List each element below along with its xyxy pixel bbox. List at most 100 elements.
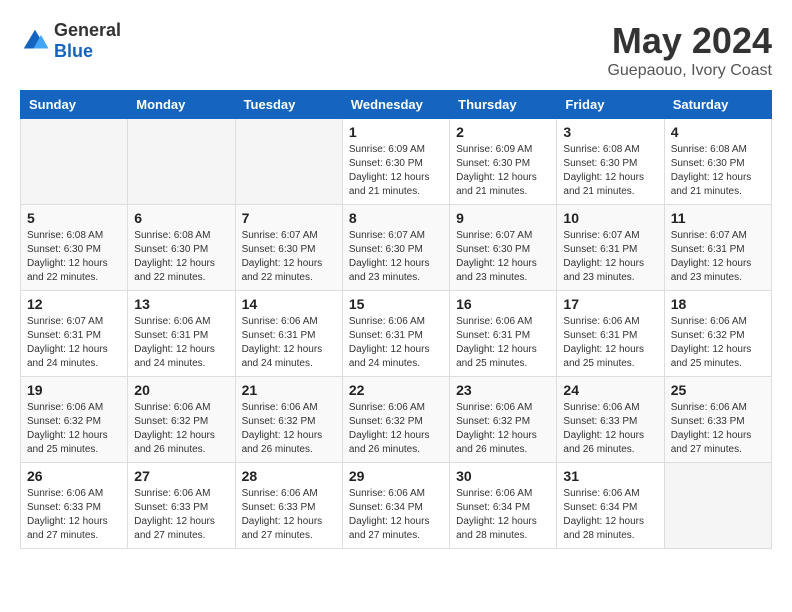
calendar-title: May 2024 (607, 20, 772, 62)
day-cell: 29Sunrise: 6:06 AM Sunset: 6:34 PM Dayli… (342, 463, 449, 549)
header-wednesday: Wednesday (342, 91, 449, 119)
day-cell (235, 119, 342, 205)
day-cell: 5 Sunrise: 6:08 AM Sunset: 6:30 PM Daylig… (21, 205, 128, 291)
day-info: Sunrise: 6:07 AM Sunset: 6:31 PM Dayligh… (563, 229, 657, 285)
day-cell: 3 Sunrise: 6:08 AM Sunset: 6:30 PM Daylig… (557, 119, 664, 205)
day-cell: 10Sunrise: 6:07 AM Sunset: 6:31 PM Dayli… (557, 205, 664, 291)
calendar-location: Guepaouo, Ivory Coast (607, 62, 772, 80)
day-cell: 9Sunrise: 6:07 AM Sunset: 6:30 PM Daylig… (450, 205, 557, 291)
week-row-5: 26Sunrise: 6:06 AM Sunset: 6:33 PM Dayli… (21, 463, 772, 549)
day-info: Sunrise: 6:07 AM Sunset: 6:31 PM Dayligh… (27, 315, 121, 371)
week-row-2: 5 Sunrise: 6:08 AM Sunset: 6:30 PM Daylig… (21, 205, 772, 291)
header-saturday: Saturday (664, 91, 771, 119)
day-number: 14 (242, 296, 336, 312)
calendar-table: Sunday Monday Tuesday Wednesday Thursday… (20, 90, 772, 549)
day-cell: 30 Sunrise: 6:06 AM Sunset: 6:34 PM Dayli… (450, 463, 557, 549)
day-cell: 27 Sunrise: 6:06 AM Sunset: 6:33 PM Dayli… (128, 463, 235, 549)
day-number: 27 (134, 468, 228, 484)
day-info: Sunrise: 6:06 AM Sunset: 6:32 PM Dayligh… (456, 401, 550, 457)
day-info: Sunrise: 6:07 AM Sunset: 6:30 PM Dayligh… (349, 229, 443, 285)
day-cell: 15 Sunrise: 6:06 AM Sunset: 6:31 PM Dayli… (342, 291, 449, 377)
day-info: Sunrise: 6:06 AM Sunset: 6:32 PM Dayligh… (671, 315, 765, 371)
day-number: 21 (242, 382, 336, 398)
day-info: Sunrise: 6:06 AM Sunset: 6:32 PM Dayligh… (242, 401, 336, 457)
day-number: 11 (671, 210, 765, 226)
day-cell: 4Sunrise: 6:08 AM Sunset: 6:30 PM Daylig… (664, 119, 771, 205)
day-cell: 11Sunrise: 6:07 AM Sunset: 6:31 PM Dayli… (664, 205, 771, 291)
day-cell: 16 Sunrise: 6:06 AM Sunset: 6:31 PM Dayli… (450, 291, 557, 377)
day-cell: 26Sunrise: 6:06 AM Sunset: 6:33 PM Dayli… (21, 463, 128, 549)
day-info: Sunrise: 6:06 AM Sunset: 6:31 PM Dayligh… (349, 315, 443, 371)
day-cell: 20Sunrise: 6:06 AM Sunset: 6:32 PM Dayli… (128, 377, 235, 463)
day-number: 5 (27, 210, 121, 226)
day-info: Sunrise: 6:06 AM Sunset: 6:33 PM Dayligh… (27, 487, 121, 543)
day-cell (21, 119, 128, 205)
day-info: Sunrise: 6:06 AM Sunset: 6:31 PM Dayligh… (456, 315, 550, 371)
day-number: 18 (671, 296, 765, 312)
day-info: Sunrise: 6:06 AM Sunset: 6:33 PM Dayligh… (134, 487, 228, 543)
day-cell: 1Sunrise: 6:09 AM Sunset: 6:30 PM Daylig… (342, 119, 449, 205)
day-cell: 12 Sunrise: 6:07 AM Sunset: 6:31 PM Dayli… (21, 291, 128, 377)
day-info: Sunrise: 6:06 AM Sunset: 6:31 PM Dayligh… (134, 315, 228, 371)
day-number: 25 (671, 382, 765, 398)
day-number: 7 (242, 210, 336, 226)
logo-blue: Blue (54, 41, 93, 61)
day-info: Sunrise: 6:06 AM Sunset: 6:34 PM Dayligh… (456, 487, 550, 543)
day-cell: 31Sunrise: 6:06 AM Sunset: 6:34 PM Dayli… (557, 463, 664, 549)
week-row-4: 19 Sunrise: 6:06 AM Sunset: 6:32 PM Dayli… (21, 377, 772, 463)
day-number: 30 (456, 468, 550, 484)
day-number: 2 (456, 124, 550, 140)
day-info: Sunrise: 6:09 AM Sunset: 6:30 PM Dayligh… (349, 143, 443, 199)
day-cell: 14 Sunrise: 6:06 AM Sunset: 6:31 PM Dayli… (235, 291, 342, 377)
day-info: Sunrise: 6:08 AM Sunset: 6:30 PM Dayligh… (27, 229, 121, 285)
header-thursday: Thursday (450, 91, 557, 119)
day-info: Sunrise: 6:06 AM Sunset: 6:33 PM Dayligh… (671, 401, 765, 457)
day-cell: 24 Sunrise: 6:06 AM Sunset: 6:33 PM Dayli… (557, 377, 664, 463)
day-number: 22 (349, 382, 443, 398)
day-info: Sunrise: 6:08 AM Sunset: 6:30 PM Dayligh… (134, 229, 228, 285)
day-cell: 28Sunrise: 6:06 AM Sunset: 6:33 PM Dayli… (235, 463, 342, 549)
day-cell (128, 119, 235, 205)
day-cell: 7 Sunrise: 6:07 AM Sunset: 6:30 PM Daylig… (235, 205, 342, 291)
day-info: Sunrise: 6:06 AM Sunset: 6:32 PM Dayligh… (349, 401, 443, 457)
day-info: Sunrise: 6:06 AM Sunset: 6:31 PM Dayligh… (242, 315, 336, 371)
day-cell (664, 463, 771, 549)
day-info: Sunrise: 6:06 AM Sunset: 6:31 PM Dayligh… (563, 315, 657, 371)
logo: General Blue (20, 20, 121, 62)
day-cell: 8 Sunrise: 6:07 AM Sunset: 6:30 PM Daylig… (342, 205, 449, 291)
day-number: 12 (27, 296, 121, 312)
day-cell: 22 Sunrise: 6:06 AM Sunset: 6:32 PM Dayli… (342, 377, 449, 463)
day-number: 19 (27, 382, 121, 398)
day-number: 3 (563, 124, 657, 140)
day-info: Sunrise: 6:06 AM Sunset: 6:33 PM Dayligh… (563, 401, 657, 457)
day-cell: 18 Sunrise: 6:06 AM Sunset: 6:32 PM Dayli… (664, 291, 771, 377)
day-info: Sunrise: 6:08 AM Sunset: 6:30 PM Dayligh… (563, 143, 657, 199)
logo-icon (20, 26, 50, 56)
day-number: 23 (456, 382, 550, 398)
logo-general: General (54, 20, 121, 40)
day-number: 24 (563, 382, 657, 398)
day-cell: 19 Sunrise: 6:06 AM Sunset: 6:32 PM Dayli… (21, 377, 128, 463)
day-number: 16 (456, 296, 550, 312)
day-info: Sunrise: 6:06 AM Sunset: 6:32 PM Dayligh… (134, 401, 228, 457)
page-header: General Blue May 2024 Guepaouo, Ivory Co… (20, 20, 772, 80)
weekday-header-row: Sunday Monday Tuesday Wednesday Thursday… (21, 91, 772, 119)
logo-text: General Blue (54, 20, 121, 62)
day-info: Sunrise: 6:06 AM Sunset: 6:34 PM Dayligh… (349, 487, 443, 543)
week-row-1: 1Sunrise: 6:09 AM Sunset: 6:30 PM Daylig… (21, 119, 772, 205)
day-number: 9 (456, 210, 550, 226)
day-cell: 23 Sunrise: 6:06 AM Sunset: 6:32 PM Dayli… (450, 377, 557, 463)
day-info: Sunrise: 6:08 AM Sunset: 6:30 PM Dayligh… (671, 143, 765, 199)
day-number: 8 (349, 210, 443, 226)
day-info: Sunrise: 6:07 AM Sunset: 6:30 PM Dayligh… (242, 229, 336, 285)
day-number: 6 (134, 210, 228, 226)
day-info: Sunrise: 6:06 AM Sunset: 6:32 PM Dayligh… (27, 401, 121, 457)
title-block: May 2024 Guepaouo, Ivory Coast (607, 20, 772, 80)
day-number: 13 (134, 296, 228, 312)
day-cell: 21 Sunrise: 6:06 AM Sunset: 6:32 PM Dayli… (235, 377, 342, 463)
day-cell: 17Sunrise: 6:06 AM Sunset: 6:31 PM Dayli… (557, 291, 664, 377)
header-sunday: Sunday (21, 91, 128, 119)
day-number: 15 (349, 296, 443, 312)
day-cell: 2Sunrise: 6:09 AM Sunset: 6:30 PM Daylig… (450, 119, 557, 205)
day-number: 31 (563, 468, 657, 484)
